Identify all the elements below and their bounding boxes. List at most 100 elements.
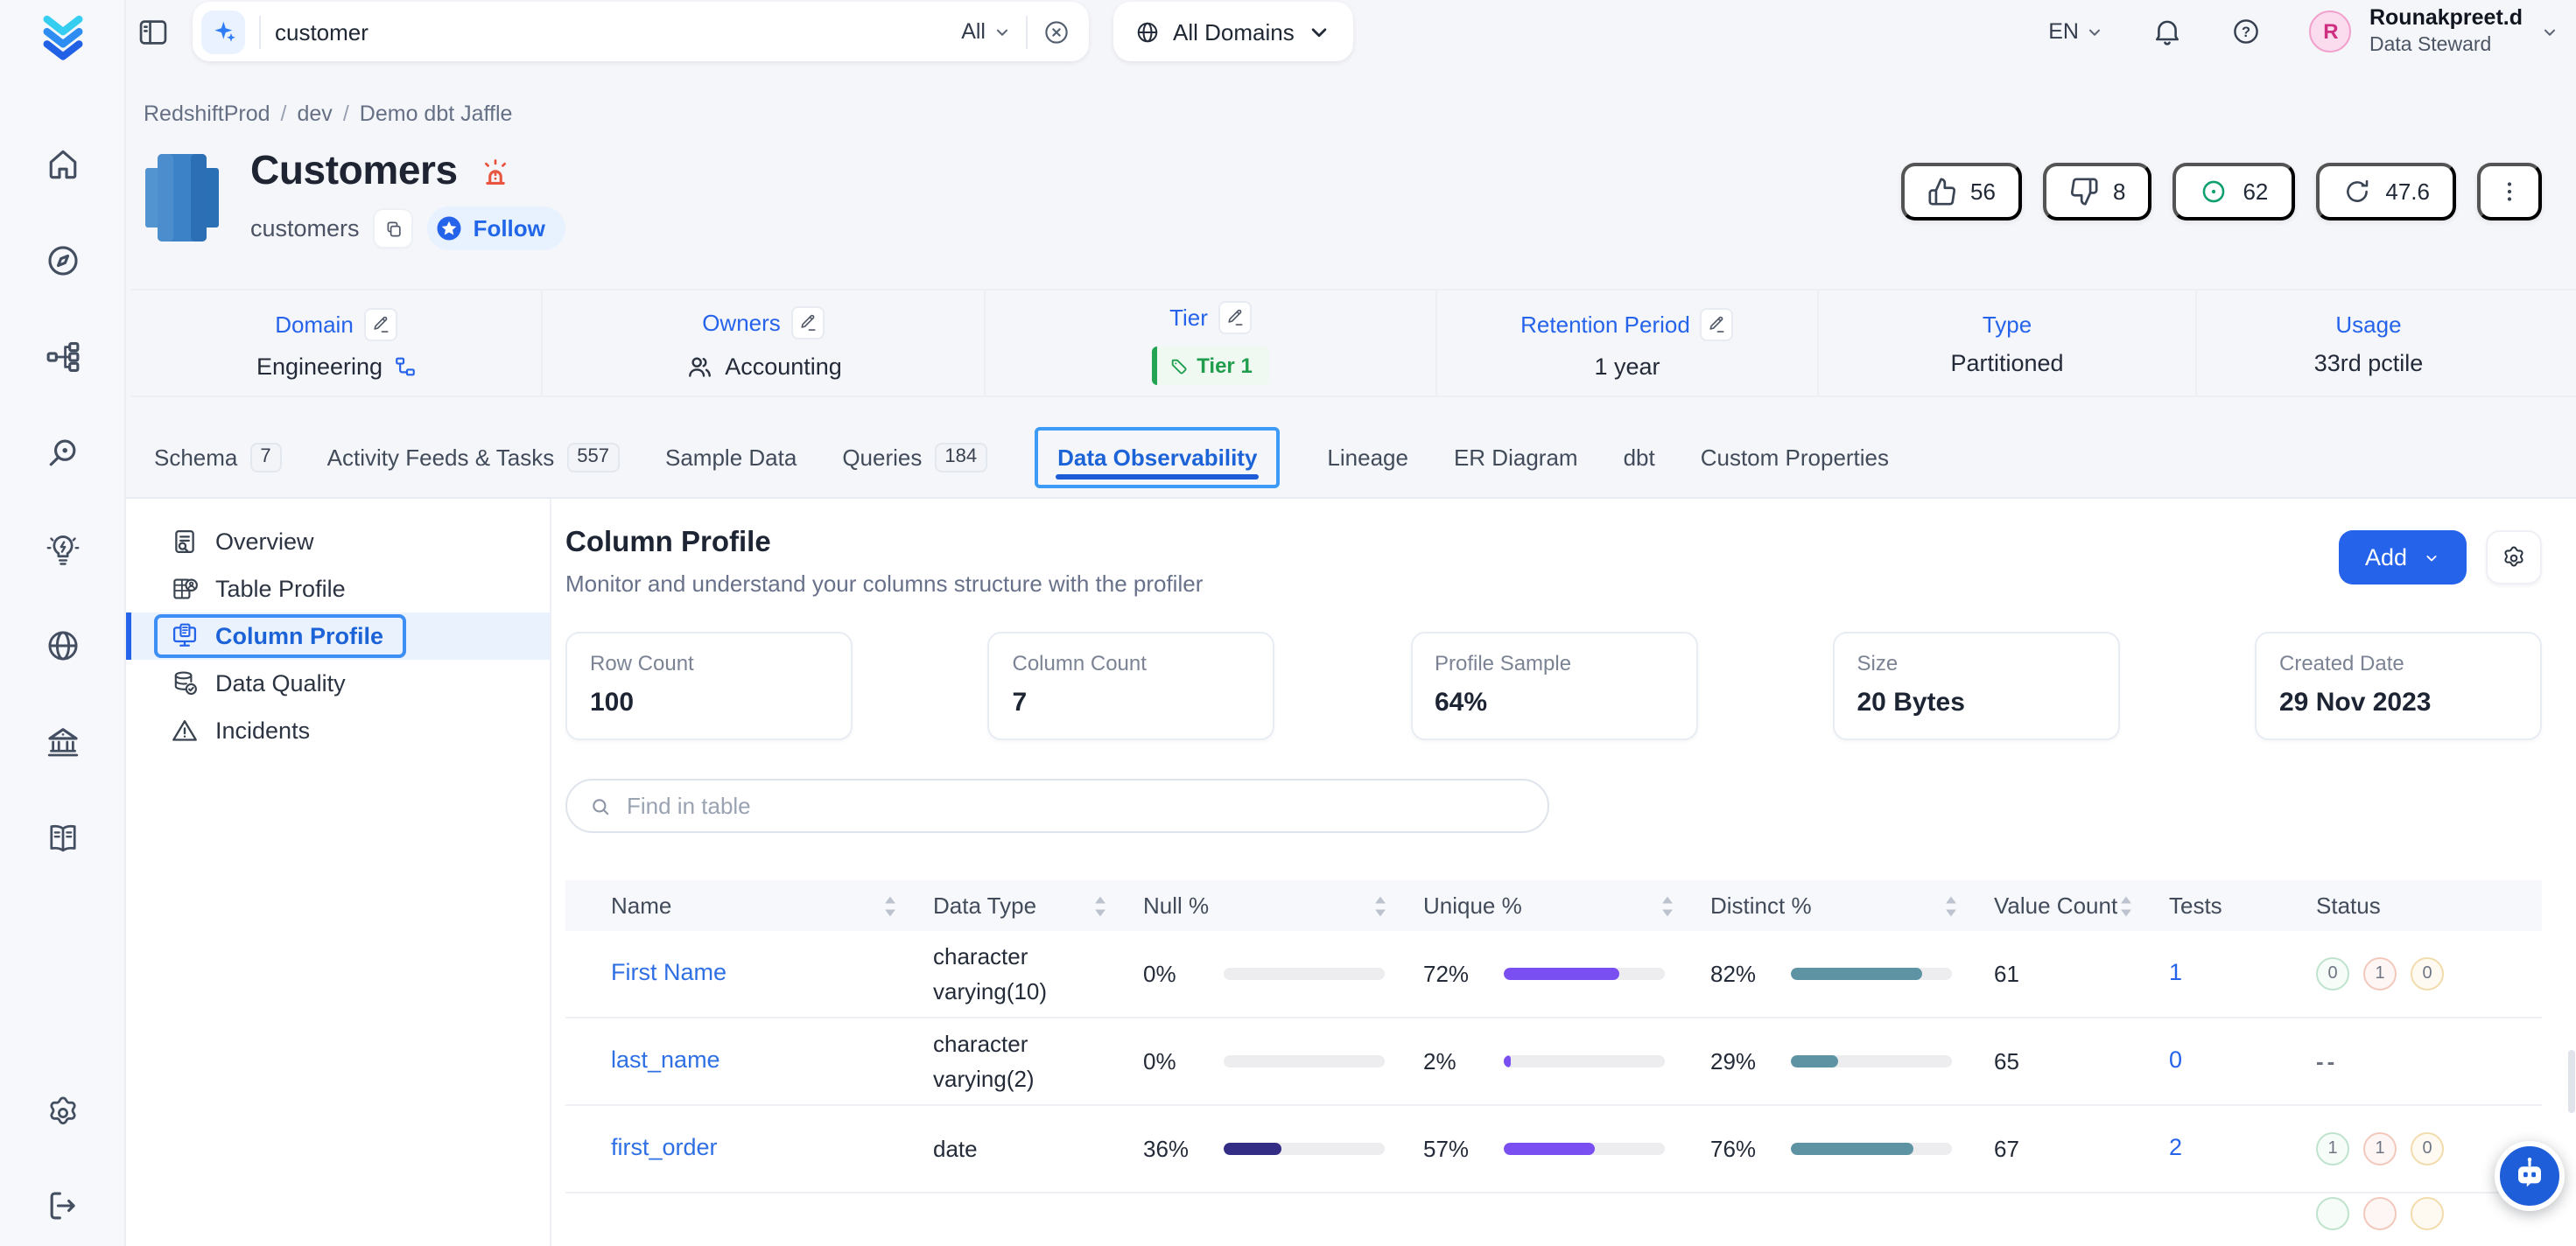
asset-stats: 56 8 62 47.6 <box>1900 163 2542 250</box>
tab-lineage[interactable]: Lineage <box>1327 444 1408 470</box>
edit-pencil-icon[interactable] <box>791 305 825 339</box>
book-icon[interactable] <box>43 819 81 858</box>
tab-custom-properties[interactable]: Custom Properties <box>1701 444 1889 470</box>
meta-label-text[interactable]: Usage <box>2335 311 2401 337</box>
circle-dot-stat-button[interactable]: 62 <box>2172 163 2294 220</box>
edit-pencil-icon[interactable] <box>1701 307 1734 340</box>
all-domains-filter[interactable]: All Domains <box>1113 2 1354 61</box>
tests-link[interactable]: 1 <box>2169 956 2182 992</box>
column-header-value-count[interactable]: Value Count <box>1976 892 2151 919</box>
breadcrumb-item[interactable]: Demo dbt Jaffle <box>360 102 513 126</box>
language-select[interactable]: EN <box>2048 19 2105 44</box>
bulb-icon[interactable] <box>43 530 81 569</box>
cell-null-pct: 0% <box>1126 957 1406 991</box>
sidebar-toggle-icon[interactable] <box>137 15 170 48</box>
tab-data-observability[interactable]: Data Observability <box>1035 426 1280 487</box>
thumbs-down-stat-button[interactable]: 8 <box>2043 163 2151 220</box>
column-header-name[interactable]: Name <box>565 892 916 919</box>
sort-icon[interactable] <box>1660 893 1675 918</box>
scrollbar-thumb[interactable] <box>2568 1050 2575 1113</box>
cell-value-count: 61 <box>1976 957 2151 991</box>
chatbot-fab[interactable] <box>2495 1141 2565 1211</box>
thumbs-up-stat-button[interactable]: 56 <box>1900 163 2022 220</box>
flow-icon[interactable] <box>43 338 81 376</box>
tier-badge[interactable]: Tier 1 <box>1151 346 1270 385</box>
column-name-link[interactable]: first_order <box>611 1131 718 1167</box>
cell-tests: 1 <box>2151 956 2299 992</box>
cell-unique-pct: 2% <box>1406 1045 1693 1079</box>
find-in-table[interactable] <box>565 779 1549 833</box>
user-role: Data Steward <box>2369 32 2523 58</box>
tests-link[interactable]: 0 <box>2169 1044 2182 1080</box>
tab-count-badge: 184 <box>934 442 987 472</box>
compass-icon[interactable] <box>43 242 81 280</box>
alert-siren-icon[interactable] <box>477 151 516 190</box>
sort-icon[interactable] <box>1372 893 1388 918</box>
meta-label-text[interactable]: Domain <box>275 311 354 337</box>
globe-icon[interactable] <box>43 626 81 665</box>
meta-label-text[interactable]: Owners <box>702 309 781 335</box>
sort-icon[interactable] <box>1092 893 1108 918</box>
column-name-link[interactable]: First Name <box>611 956 726 992</box>
breadcrumb-item[interactable]: RedshiftProd <box>144 102 270 126</box>
home-icon[interactable] <box>43 145 81 184</box>
tests-link[interactable]: 2 <box>2169 1131 2182 1167</box>
meta-label: Usage <box>2335 311 2401 337</box>
global-search[interactable]: All <box>193 2 1089 61</box>
add-button[interactable]: Add <box>2339 530 2467 584</box>
edit-pencil-icon[interactable] <box>1218 301 1252 334</box>
user-menu[interactable]: R Rounakpreet.d Data Steward <box>2310 5 2559 58</box>
meta-value: Accounting <box>684 351 842 381</box>
sidebar-item-table-profile[interactable]: Table Profile <box>126 565 550 612</box>
meta-domain: DomainEngineering <box>131 290 541 396</box>
refresh-stat-button[interactable]: 47.6 <box>2315 163 2456 220</box>
sort-icon[interactable] <box>1943 893 1959 918</box>
breadcrumb-item[interactable]: dev <box>298 102 333 126</box>
tab-sample-data[interactable]: Sample Data <box>665 444 797 470</box>
gear-icon[interactable] <box>43 1094 81 1132</box>
settings-gear-icon[interactable] <box>2486 530 2542 584</box>
tab-count-badge: 7 <box>249 442 281 472</box>
column-name-link[interactable]: last_name <box>611 1044 720 1080</box>
meta-label-text[interactable]: Tier <box>1169 304 1208 331</box>
sort-icon[interactable] <box>882 893 898 918</box>
clear-search-icon[interactable] <box>1042 17 1071 46</box>
meta-label-text[interactable]: Retention Period <box>1520 311 1690 337</box>
tab-er-diagram[interactable]: ER Diagram <box>1454 444 1578 470</box>
lens-eye-icon[interactable] <box>43 434 81 472</box>
panel-title: Column Profile <box>565 527 1203 560</box>
atlan-logo-icon[interactable] <box>36 10 88 63</box>
column-header-unique-[interactable]: Unique % <box>1406 892 1693 919</box>
avatar: R <box>2310 10 2352 52</box>
sidebar-item-incidents[interactable]: Incidents <box>126 707 550 754</box>
copy-icon[interactable] <box>376 210 412 247</box>
sort-icon[interactable] <box>2118 893 2134 918</box>
column-header-null-[interactable]: Null % <box>1126 892 1406 919</box>
tab-activity-feeds-tasks[interactable]: Activity Feeds & Tasks557 <box>327 442 620 472</box>
column-header-data-type[interactable]: Data Type <box>916 892 1126 919</box>
help-icon[interactable]: ? <box>2231 16 2263 47</box>
meta-value: Partitioned <box>1950 349 2063 375</box>
find-in-table-input[interactable] <box>627 793 1527 819</box>
hierarchy-link-icon[interactable] <box>393 354 416 377</box>
sidebar-item-data-quality[interactable]: Data Quality <box>126 660 550 707</box>
more-actions-button[interactable] <box>2477 163 2542 220</box>
sidebar-item-overview[interactable]: Overview <box>126 518 550 565</box>
tab-dbt[interactable]: dbt <box>1624 444 1655 470</box>
follow-button[interactable]: Follow <box>428 206 566 250</box>
search-input[interactable] <box>275 18 947 45</box>
search-scope-select[interactable]: All <box>961 19 1012 44</box>
tab-schema[interactable]: Schema7 <box>154 442 282 472</box>
notifications-bell-icon[interactable] <box>2152 16 2184 47</box>
tab-queries[interactable]: Queries 184 <box>842 442 987 472</box>
logout-icon[interactable] <box>43 1186 81 1225</box>
cell-unique-pct: 72% <box>1406 957 1693 991</box>
meta-label-text[interactable]: Type <box>1983 311 2032 337</box>
tab-label: Queries <box>842 444 922 470</box>
edit-pencil-icon[interactable] <box>364 307 397 340</box>
profile-sidebar: OverviewTable ProfileColumn ProfileData … <box>126 499 551 1246</box>
sidebar-item-column-profile[interactable]: Column Profile <box>126 612 550 660</box>
thumbs-down-icon <box>2069 177 2099 206</box>
column-header-distinct-[interactable]: Distinct % <box>1693 892 1976 919</box>
bank-icon[interactable] <box>43 723 81 761</box>
